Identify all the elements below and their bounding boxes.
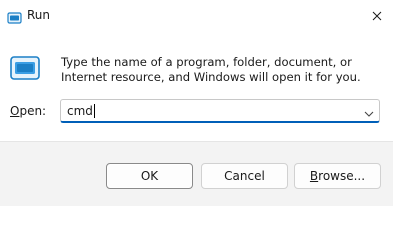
open-input-value: cmd bbox=[67, 104, 93, 118]
run-icon bbox=[10, 56, 40, 80]
open-label: Open: bbox=[10, 104, 46, 118]
ok-button[interactable]: OK bbox=[106, 163, 193, 189]
open-input[interactable]: cmd bbox=[67, 104, 95, 118]
run-icon bbox=[7, 9, 22, 24]
close-icon bbox=[372, 6, 382, 25]
description-text: Type the name of a program, folder, docu… bbox=[61, 55, 361, 84]
browse-accelerator: B bbox=[309, 169, 319, 183]
browse-button[interactable]: Browse... bbox=[294, 163, 381, 189]
open-label-rest: pen: bbox=[19, 104, 47, 118]
text-caret bbox=[93, 104, 95, 118]
window-title: Run bbox=[27, 8, 51, 22]
dialog-footer: OK Cancel Browse... bbox=[0, 141, 393, 206]
cancel-button[interactable]: Cancel bbox=[201, 163, 288, 189]
title-bar: Run bbox=[0, 0, 393, 32]
chevron-down-icon[interactable] bbox=[363, 105, 375, 117]
browse-label-rest: rowse... bbox=[318, 169, 366, 183]
run-dialog: Run Type the name of a program, folder, … bbox=[0, 0, 393, 206]
close-button[interactable] bbox=[367, 4, 387, 26]
open-combobox[interactable]: cmd bbox=[60, 99, 380, 123]
